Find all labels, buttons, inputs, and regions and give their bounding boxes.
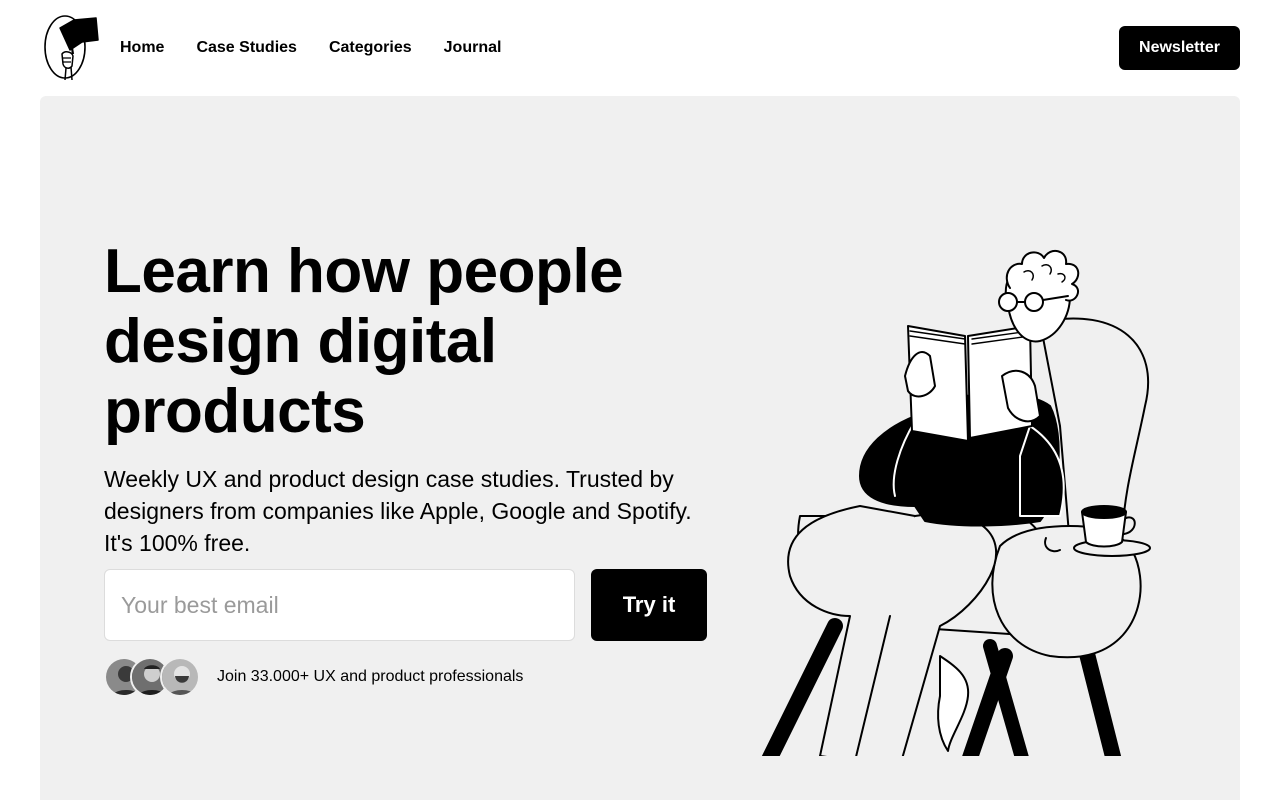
flag-hand-icon [44, 15, 99, 81]
hero-title: Learn how people design digital products [104, 237, 624, 446]
social-proof: Join 33.000+ UX and product professional… [104, 656, 523, 698]
social-proof-text: Join 33.000+ UX and product professional… [217, 668, 524, 685]
avatar-group [104, 656, 204, 698]
nav-link-case-studies[interactable]: Case Studies [196, 38, 296, 58]
logo[interactable] [42, 14, 102, 82]
newsletter-button[interactable]: Newsletter [1119, 26, 1240, 70]
nav-link-categories[interactable]: Categories [329, 38, 412, 58]
hero-subtitle: Weekly UX and product design case studie… [104, 466, 692, 556]
nav-links: Home Case Studies Categories Journal [120, 38, 501, 58]
try-it-button[interactable]: Try it [591, 569, 707, 641]
person-reading-in-armchair-illustration [761, 249, 1151, 756]
email-input[interactable] [104, 569, 575, 641]
nav-link-home[interactable]: Home [120, 38, 164, 58]
hero-section: Learn how people design digital products… [40, 96, 1240, 800]
top-navigation: Home Case Studies Categories Journal New… [0, 0, 1280, 96]
avatar [160, 657, 200, 697]
nav-link-journal[interactable]: Journal [444, 38, 502, 58]
